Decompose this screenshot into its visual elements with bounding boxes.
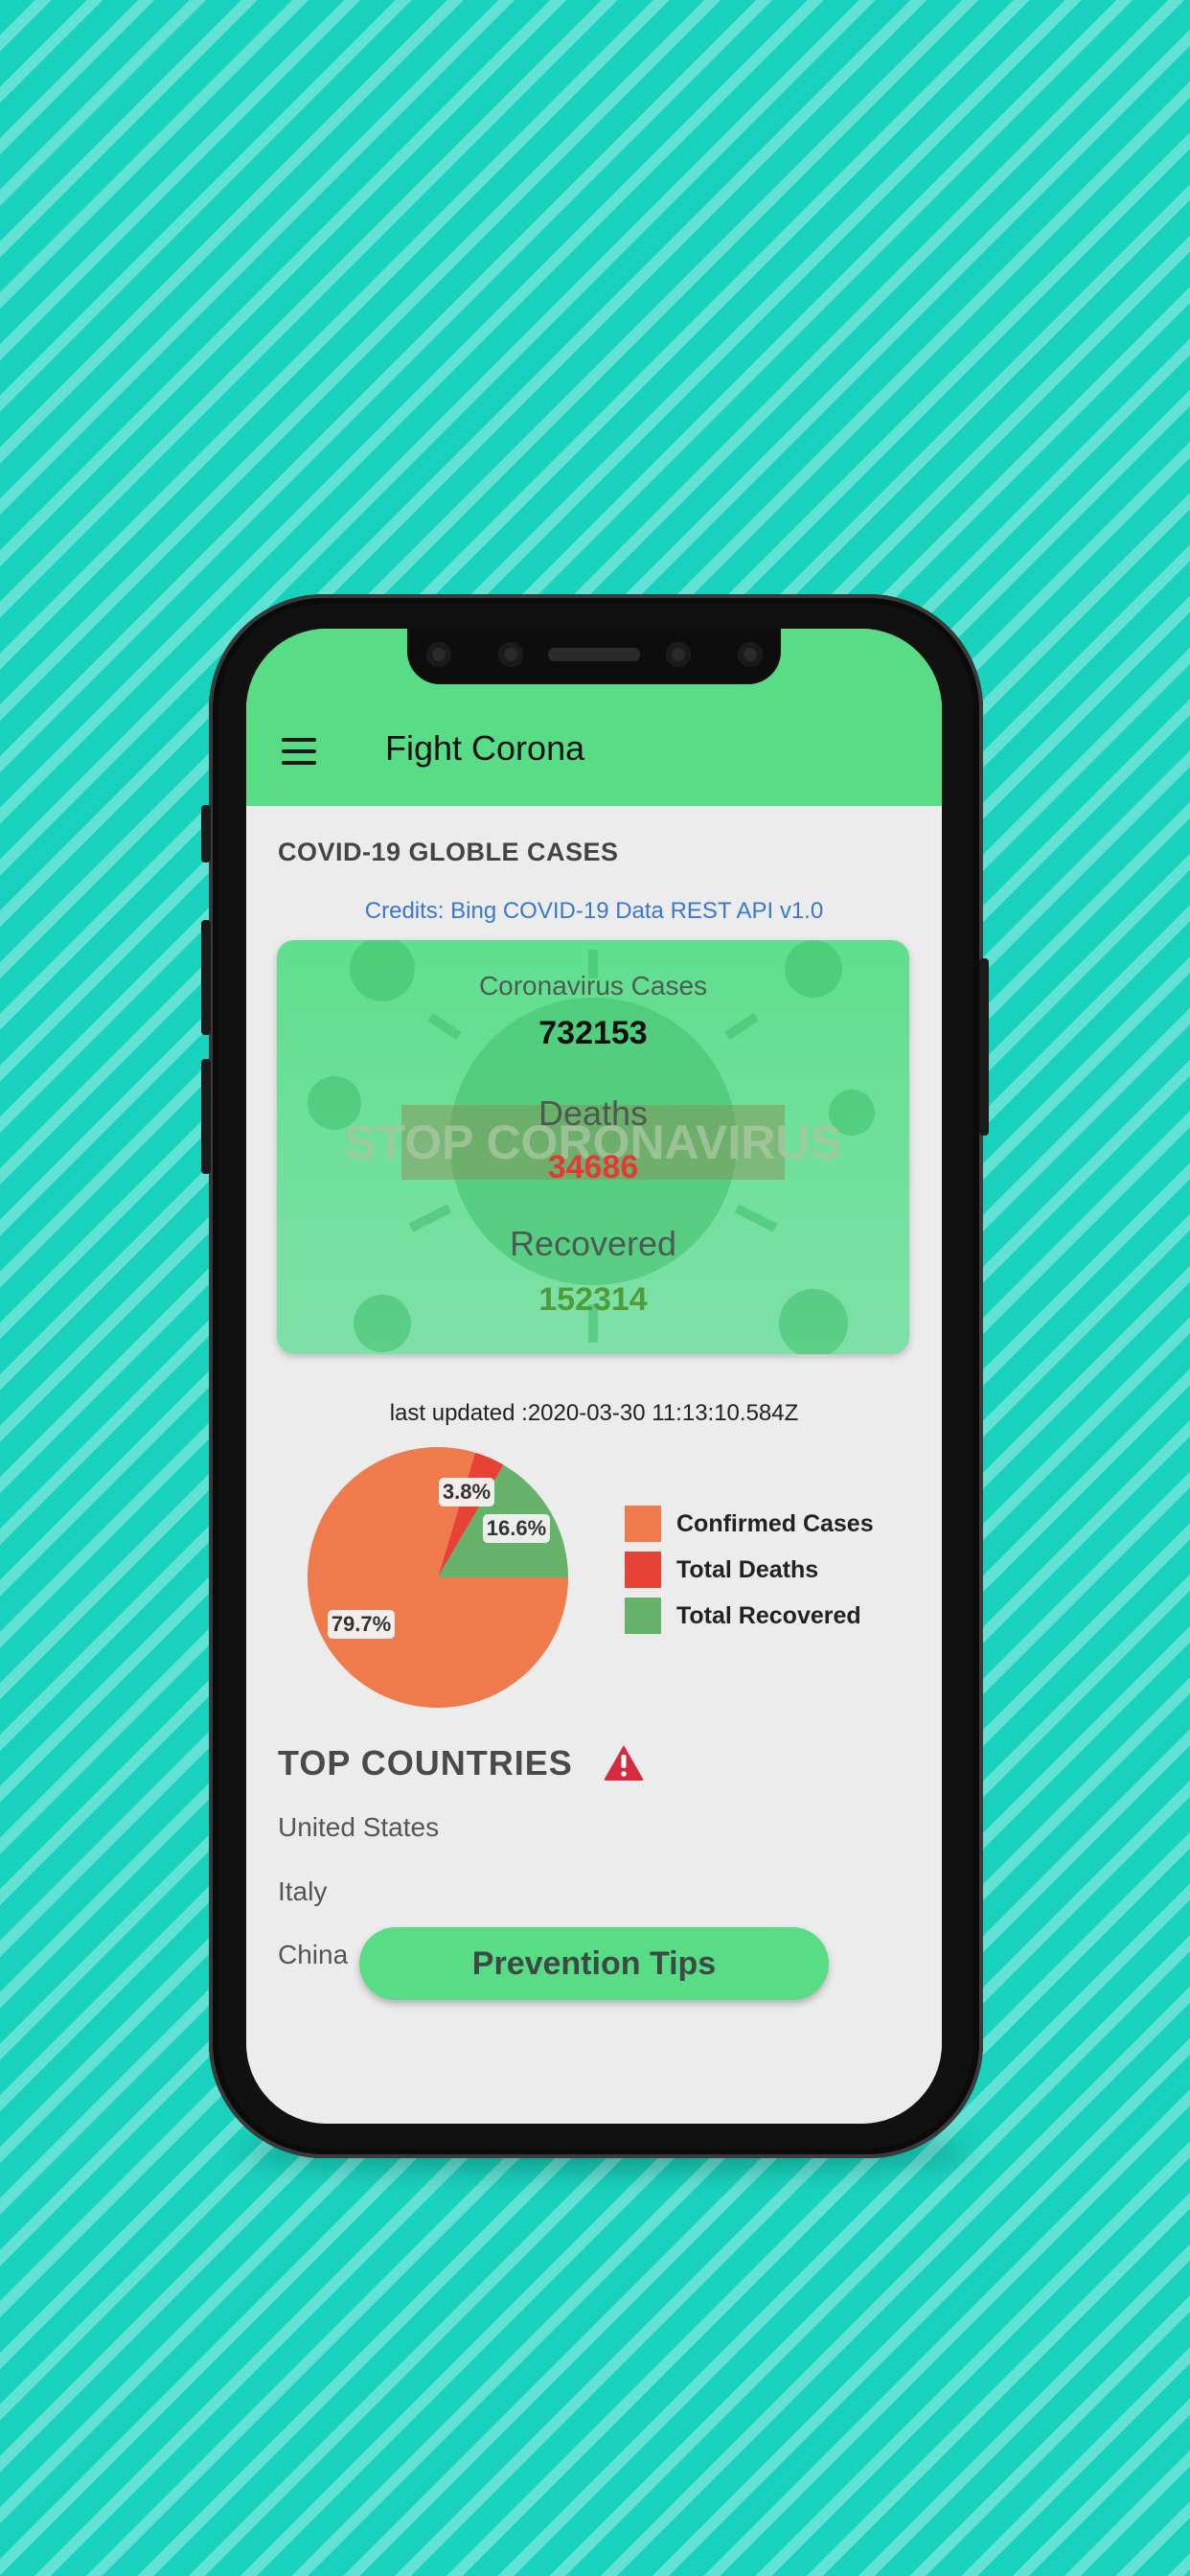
recovered-label: Recovered — [509, 1224, 677, 1263]
stats-card: STOP CORONAVIRUS Coronavirus Cases 73215… — [277, 940, 909, 1354]
svg-text:3.8%: 3.8% — [443, 1480, 491, 1504]
cases-value: 732153 — [538, 1015, 648, 1051]
recovered-value: 152314 — [538, 1281, 648, 1318]
country-item-china[interactable]: China — [278, 1940, 348, 1970]
cases-label: Coronavirus Cases — [478, 971, 708, 1000]
deaths-label: Deaths — [538, 1093, 649, 1133]
legend-swatch — [625, 1552, 661, 1588]
last-updated-text: last updated :2020-03-30 11:13:10.584Z — [389, 1400, 799, 1426]
country-item-united-states[interactable]: United States — [278, 1812, 439, 1843]
sensor-icon — [666, 642, 691, 667]
main-content: COVID-19 GLOBLE CASES Credits: Bing COVI… — [246, 806, 942, 2124]
legend-label: Confirmed Cases — [676, 1509, 874, 1537]
phone-notch — [407, 629, 781, 684]
phone-power-button — [979, 958, 989, 1136]
app-title: Fight Corona — [385, 728, 585, 768]
legend-item-total-deaths: Total Deaths — [625, 1547, 874, 1593]
pie-label-total-deaths: 3.8% — [439, 1478, 494, 1506]
legend-label: Total Recovered — [676, 1601, 861, 1629]
sensor-icon — [498, 642, 523, 667]
prevention-tips-button[interactable]: Prevention Tips — [359, 1927, 829, 2000]
svg-text:79.7%: 79.7% — [332, 1612, 391, 1636]
pie-label-confirmed-cases: 79.7% — [328, 1610, 395, 1639]
phone-volume-up-button — [201, 920, 211, 1035]
legend-swatch — [625, 1598, 661, 1634]
section-title: COVID-19 GLOBLE CASES — [278, 838, 619, 866]
phone-volume-down-button — [201, 1059, 211, 1174]
phone-side-button — [201, 805, 211, 862]
country-item-italy[interactable]: Italy — [278, 1876, 327, 1907]
camera-icon — [426, 642, 451, 667]
hamburger-menu-icon[interactable] — [282, 738, 316, 765]
cases-pie-chart: 79.7% 3.8% 16.6% — [308, 1447, 568, 1708]
chart-legend: Confirmed Cases Total Deaths Total Recover… — [625, 1501, 874, 1639]
legend-swatch — [625, 1506, 661, 1542]
deaths-value: 34686 — [547, 1149, 639, 1185]
svg-text:16.6%: 16.6% — [487, 1516, 546, 1540]
legend-label: Total Deaths — [676, 1555, 819, 1583]
credits-link[interactable]: Credits: Bing COVID-19 Data REST API v1.… — [246, 898, 942, 925]
app-screen: Fight Corona COVID-19 GLOBLE CASES Credi… — [246, 629, 942, 2124]
speaker-grille — [548, 648, 640, 661]
pie-label-total-recovered: 16.6% — [483, 1514, 550, 1543]
legend-item-total-recovered: Total Recovered — [625, 1593, 874, 1639]
front-camera-icon — [738, 642, 763, 667]
legend-item-confirmed-cases: Confirmed Cases — [625, 1501, 874, 1547]
warning-triangle-icon — [604, 1745, 644, 1781]
top-countries-title: TOP COUNTRIES — [278, 1743, 573, 1782]
